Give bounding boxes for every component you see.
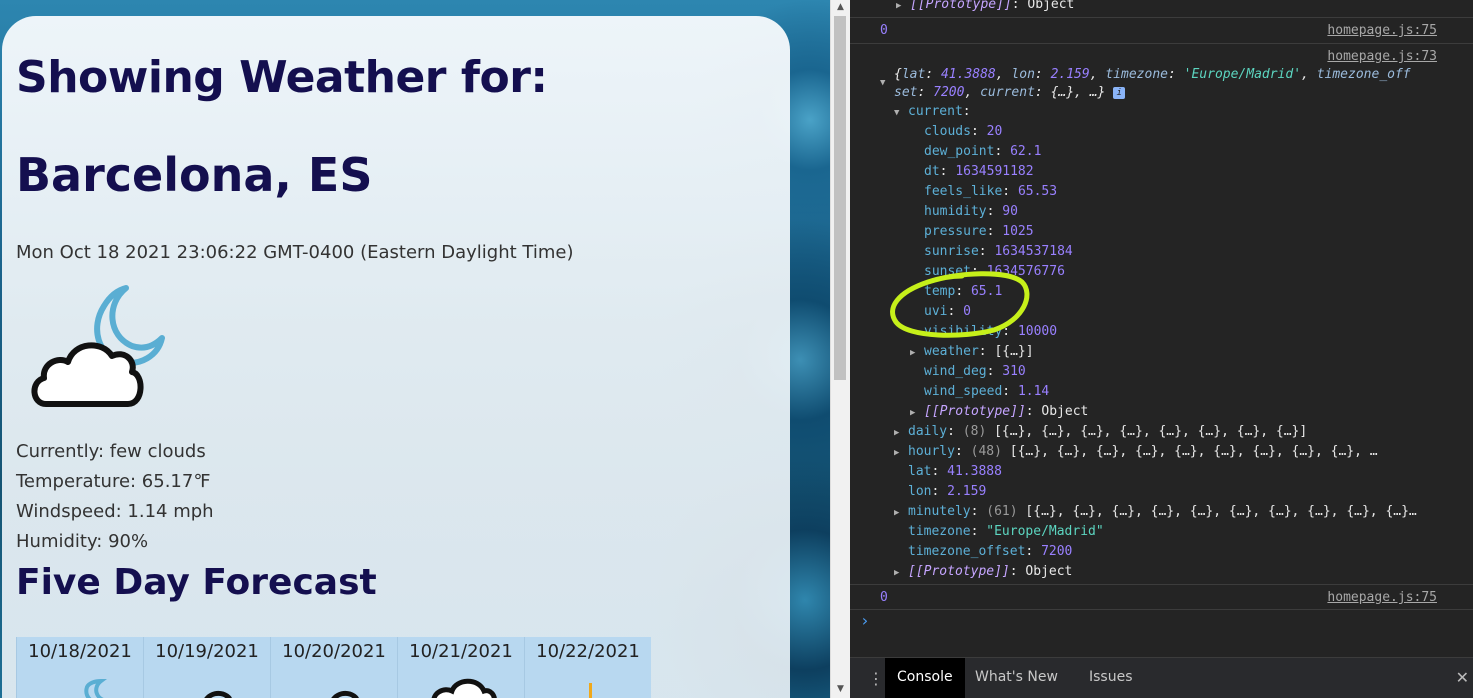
cloud-icon	[431, 678, 497, 698]
expand-triangle-icon[interactable]: ▶	[894, 504, 908, 522]
devtools-drawer-tabbar: ⋮ Console What's New Issues ✕	[850, 657, 1473, 698]
root-prop-timezone-offset: timezone_offset: 7200	[908, 544, 1073, 559]
devtools-panel: ▶ [[Prototype]]: Object 0 homepage.js:75 …	[850, 0, 1473, 698]
current-conditions: Currently: few clouds	[16, 441, 206, 462]
cloud-icon	[204, 690, 232, 698]
root-prop-prototype[interactable]: ▶ [[Prototype]]: Object	[894, 563, 1072, 581]
forecast-date: 10/18/2021	[28, 641, 132, 662]
prop-line: dew_point: 62.1	[924, 144, 1042, 159]
forecast-card: 10/19/2021	[143, 637, 270, 698]
console-line[interactable]: ▶ [[Prototype]]: Object	[896, 0, 1074, 14]
prop-line: wind_speed: 1.14	[924, 384, 1050, 399]
forecast-card: 10/20/2021	[270, 637, 397, 698]
forecast-card: 10/18/2021	[16, 637, 143, 698]
console-separator	[850, 584, 1473, 585]
info-icon[interactable]: i	[1113, 86, 1126, 99]
forecast-card: 10/22/2021	[524, 637, 651, 698]
root-prop-minutely[interactable]: ▶ minutely: (61) [{…}, {…}, {…}, {…}, {…}…	[894, 503, 1417, 521]
console-separator	[850, 43, 1473, 44]
console-log-value: 0	[880, 590, 888, 605]
forecast-heading: Five Day Forecast	[16, 562, 377, 603]
source-link[interactable]: homepage.js:73	[1327, 48, 1437, 66]
current-windspeed: Windspeed: 1.14 mph	[16, 501, 214, 522]
root-prop-hourly[interactable]: ▶ hourly: (48) [{…}, {…}, {…}, {…}, {…}, …	[894, 443, 1378, 461]
scroll-down-arrow-icon[interactable]: ▼	[831, 684, 850, 694]
highlight-circle	[890, 271, 1030, 338]
forecast-date: 10/20/2021	[282, 641, 386, 662]
console-prompt-icon: ›	[860, 611, 870, 630]
source-link[interactable]: homepage.js:75	[1327, 589, 1437, 607]
current-node[interactable]: ▼ current:	[894, 103, 971, 121]
current-date: Mon Oct 18 2021 23:06:22 GMT-0400 (Easte…	[16, 242, 574, 263]
forecast-date: 10/22/2021	[536, 641, 640, 662]
tab-console[interactable]: Console	[885, 658, 965, 698]
prop-line: humidity: 90	[924, 204, 1018, 219]
forecast-date: 10/19/2021	[155, 641, 259, 662]
moon-cloud-icon	[28, 284, 168, 418]
prop-line-prototype[interactable]: ▶ [[Prototype]]: Object	[910, 403, 1088, 421]
expand-triangle-icon[interactable]: ▶	[894, 424, 908, 442]
forecast-row: 10/18/2021 10/19/2021 10/20/2021 10/21/2…	[16, 637, 651, 698]
expand-triangle-icon[interactable]: ▶	[896, 0, 910, 15]
forecast-date: 10/21/2021	[409, 641, 513, 662]
prop-line: clouds: 20	[924, 124, 1003, 139]
current-humidity: Humidity: 90%	[16, 531, 149, 552]
close-icon[interactable]: ✕	[1456, 668, 1469, 687]
prop-line: wind_deg: 310	[924, 364, 1026, 379]
root-prop-lat: lat: 41.3888	[908, 464, 1002, 479]
cloud-icon	[331, 690, 359, 698]
expand-triangle-icon[interactable]: ▶	[894, 564, 908, 582]
console-input[interactable]	[880, 612, 1440, 630]
tab-issues[interactable]: Issues	[1077, 658, 1145, 698]
console-log-value: 0	[880, 23, 888, 38]
moon-icon	[84, 678, 107, 698]
console-separator	[850, 609, 1473, 610]
page-title: Showing Weather for:	[16, 52, 548, 103]
object-summary-cont: set: 7200, current: {…}, …} i	[894, 84, 1126, 102]
expand-triangle-icon[interactable]: ▶	[894, 444, 908, 462]
kebab-menu-icon[interactable]: ⋮	[868, 669, 884, 688]
scroll-up-arrow-icon[interactable]: ▲	[831, 2, 850, 12]
console-separator	[850, 17, 1473, 18]
expand-triangle-icon[interactable]: ▶	[910, 344, 924, 362]
tab-whats-new[interactable]: What's New	[963, 658, 1070, 698]
city-heading: Barcelona, ES	[16, 148, 373, 202]
sun-icon	[589, 683, 592, 698]
prop-line-weather[interactable]: ▶ weather: [{…}]	[910, 343, 1034, 361]
prop-line: feels_like: 65.53	[924, 184, 1058, 199]
page-background: Showing Weather for: Barcelona, ES Mon O…	[0, 0, 830, 698]
root-prop-lon: lon: 2.159	[908, 484, 987, 499]
forecast-card: 10/21/2021	[397, 637, 524, 698]
expand-triangle-icon[interactable]: ▶	[910, 404, 924, 422]
prop-line: pressure: 1025	[924, 224, 1034, 239]
root-prop-daily[interactable]: ▶ daily: (8) [{…}, {…}, {…}, {…}, {…}, {……	[894, 423, 1307, 441]
source-link[interactable]: homepage.js:75	[1327, 22, 1437, 40]
collapse-triangle-icon[interactable]: ▼	[880, 74, 894, 92]
page-scrollbar[interactable]: ▲ ▼	[830, 0, 850, 698]
root-prop-timezone: timezone: "Europe/Madrid"	[908, 524, 1104, 539]
collapse-triangle-icon[interactable]: ▼	[894, 104, 908, 122]
object-summary[interactable]: ▼ {lat: 41.3888, lon: 2.159, timezone: 'E…	[880, 66, 1411, 88]
current-temperature: Temperature: 65.17℉	[16, 471, 211, 492]
prop-line: dt: 1634591182	[924, 164, 1034, 179]
scrollbar-thumb[interactable]	[834, 16, 846, 380]
prop-line: sunrise: 1634537184	[924, 244, 1073, 259]
